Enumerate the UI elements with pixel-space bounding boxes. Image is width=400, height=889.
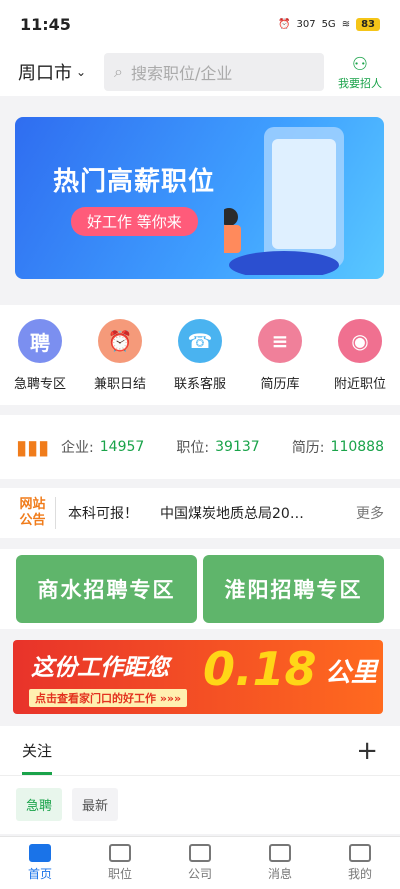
promo-headline: 这份工作距您 <box>31 655 169 681</box>
quick-link-label: 兼职日结 <box>93 377 146 392</box>
quick-link-urgent[interactable]: 聘 急聘专区 <box>5 319 75 405</box>
add-follow-button[interactable]: + <box>356 736 378 766</box>
urgent-icon: 聘 <box>18 319 62 363</box>
announcement-bar[interactable]: 网站公告 本科可报！ 中国煤炭地质总局20… 更多 <box>0 488 400 538</box>
network-speed: 307 <box>296 18 316 30</box>
search-icon: ⌕ <box>114 62 123 81</box>
nav-label: 消息 <box>267 867 292 881</box>
alarm-icon: ⏰ <box>278 18 291 30</box>
nav-label: 首页 <box>27 867 52 881</box>
wifi-icon: ≋ <box>341 18 351 30</box>
company-label: 企业: <box>61 440 94 456</box>
resume-icon: ≡ <box>258 319 302 363</box>
quick-link-label: 联系客服 <box>173 377 226 392</box>
stats-bar: ▮▮▮ 企业: 14957 职位: 39137 简历: 110888 <box>0 415 400 479</box>
job-label: 职位: <box>176 440 210 456</box>
follow-tabs: 关注 + <box>0 726 400 776</box>
resume-count: 110888 <box>330 439 384 455</box>
briefcase-icon <box>109 844 131 862</box>
quick-link-service[interactable]: ☎ 联系客服 <box>165 319 235 405</box>
filter-chips: 急聘 最新 <box>0 776 400 833</box>
quick-link-parttime[interactable]: ⏰ 兼职日结 <box>85 319 155 405</box>
quick-links: 聘 急聘专区 ⏰ 兼职日结 ☎ 联系客服 ≡ 简历库 ◉ 附近职位 <box>0 305 400 405</box>
chevron-down-icon: ⌄ <box>76 65 87 79</box>
quick-link-resume[interactable]: ≡ 简历库 <box>245 319 315 405</box>
status-time: 11:45 <box>20 14 71 34</box>
resume-label: 简历: <box>291 440 325 456</box>
chip-latest[interactable]: 最新 <box>72 788 119 821</box>
zone-banners: 商水招聘专区 淮阳招聘专区 <box>0 549 400 629</box>
status-bar: 11:45 ⏰ 307 5G ≋ 83 <box>0 0 400 48</box>
nav-companies[interactable]: 公司 <box>160 837 240 889</box>
nearby-jobs-promo[interactable]: 这份工作距您 0.18 公里 点击查看家门口的好工作 »»» <box>13 640 383 714</box>
announcement-item[interactable]: 中国煤炭地质总局20… <box>160 503 304 523</box>
nav-label: 公司 <box>187 867 212 881</box>
city-selector[interactable]: 周口市 ⌄ <box>18 59 104 85</box>
follow-section: 关注 + 急聘 最新 <box>0 726 400 834</box>
recruit-button[interactable]: ⚇ 我要招人 <box>332 54 388 91</box>
search-input[interactable]: ⌕ 搜索职位/企业 <box>104 53 324 91</box>
nav-messages[interactable]: 消息 <box>240 837 320 889</box>
announcement-item[interactable]: 本科可报！ <box>68 503 138 523</box>
announcement-tag: 网站公告 <box>16 497 56 529</box>
job-count: 39137 <box>215 439 260 455</box>
search-placeholder: 搜索职位/企业 <box>130 64 233 83</box>
city-label: 周口市 <box>18 63 72 84</box>
alarm-clock-icon: ⏰ <box>98 319 142 363</box>
profile-icon <box>349 844 371 862</box>
company-count: 14957 <box>99 439 145 455</box>
top-header: 周口市 ⌄ ⌕ 搜索职位/企业 ⚇ 我要招人 <box>0 48 400 96</box>
recruit-label: 我要招人 <box>338 76 382 90</box>
nav-home[interactable]: 首页 <box>0 837 80 889</box>
bar-chart-icon: ▮▮▮ <box>16 435 50 459</box>
nav-label: 职位 <box>107 867 132 881</box>
nav-jobs[interactable]: 职位 <box>80 837 160 889</box>
building-icon <box>189 844 211 862</box>
nav-profile[interactable]: 我的 <box>320 837 400 889</box>
person-add-icon: ⚇ <box>351 53 369 75</box>
zone-shangshui[interactable]: 商水招聘专区 <box>16 555 197 623</box>
quick-link-label: 简历库 <box>260 377 300 392</box>
headset-icon: ☎ <box>178 319 222 363</box>
banner-illustration <box>224 127 344 275</box>
bottom-nav: 首页 职位 公司 消息 我的 <box>0 836 400 889</box>
tab-follow[interactable]: 关注 <box>22 740 53 775</box>
banner-title: 热门高薪职位 <box>53 167 216 197</box>
zone-huaiyang[interactable]: 淮阳招聘专区 <box>203 555 384 623</box>
chip-urgent[interactable]: 急聘 <box>16 788 63 821</box>
battery-badge: 83 <box>356 17 380 31</box>
quick-link-label: 附近职位 <box>333 377 386 392</box>
location-pin-icon: ◉ <box>338 319 382 363</box>
promo-unit: 公里 <box>325 658 378 688</box>
nav-label: 我的 <box>347 867 372 881</box>
quick-link-label: 急聘专区 <box>13 377 66 392</box>
home-icon <box>29 844 51 862</box>
message-icon <box>269 844 291 862</box>
promo-subline: 点击查看家门口的好工作 »»» <box>29 689 188 707</box>
promo-distance: 0.18 <box>203 642 317 696</box>
quick-link-nearby[interactable]: ◉ 附近职位 <box>325 319 395 405</box>
announcement-more-link[interactable]: 更多 <box>356 503 384 523</box>
status-icons: ⏰ 307 5G ≋ 83 <box>278 17 380 31</box>
network-type: 5G <box>321 18 336 30</box>
banner-slogan: 好工作 等你来 <box>71 207 198 236</box>
hero-banner[interactable]: 热门高薪职位 好工作 等你来 <box>15 117 384 279</box>
